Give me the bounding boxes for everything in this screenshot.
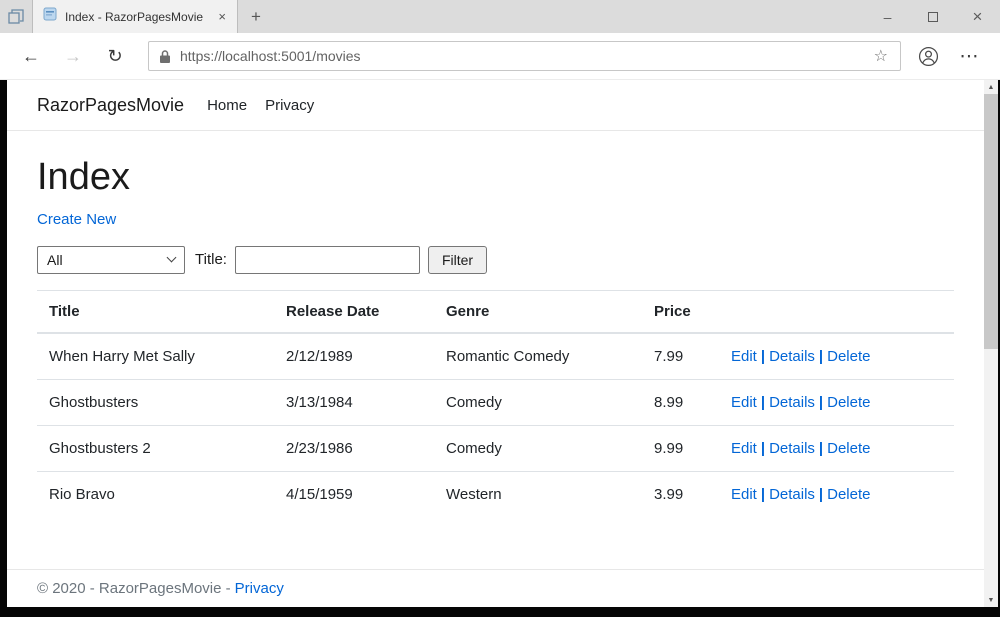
details-link[interactable]: Details — [769, 440, 815, 457]
new-tab-button[interactable]: + — [238, 0, 274, 33]
minimize-button[interactable]: – — [865, 0, 910, 33]
movie-genre-cell: Comedy — [434, 379, 642, 425]
table-row: Ghostbusters 3/13/1984 Comedy 8.99 Edit|… — [37, 379, 954, 425]
header-release-date: Release Date — [274, 290, 434, 333]
browser-tab[interactable]: Index - RazorPagesMovie × — [32, 0, 238, 33]
browser-viewport: RazorPagesMovie Home Privacy Index Creat… — [0, 80, 1000, 607]
edit-link[interactable]: Edit — [731, 486, 757, 503]
header-title: Title — [37, 290, 274, 333]
delete-link[interactable]: Delete — [827, 348, 870, 365]
movie-price-cell: 8.99 — [642, 379, 719, 425]
details-link[interactable]: Details — [769, 394, 815, 411]
vertical-scrollbar[interactable]: ▲ ▼ — [984, 80, 998, 607]
title-filter-label: Title: — [195, 251, 227, 268]
tab-title: Index - RazorPagesMovie — [65, 10, 205, 24]
site-navbar: RazorPagesMovie Home Privacy — [7, 80, 984, 131]
title-filter-input[interactable] — [235, 246, 420, 274]
movies-table: Title Release Date Genre Price When Harr… — [37, 290, 954, 517]
refresh-icon[interactable]: ↻ — [100, 46, 130, 67]
nav-link-home[interactable]: Home — [198, 97, 256, 114]
filter-row: All Title: Filter — [37, 246, 954, 274]
action-separator: | — [761, 486, 765, 503]
back-icon[interactable]: ← — [16, 46, 46, 67]
movie-title-cell: When Harry Met Sally — [37, 333, 274, 380]
set-aside-tabs-icon[interactable] — [0, 0, 32, 33]
table-header-row: Title Release Date Genre Price — [37, 290, 954, 333]
filter-button[interactable]: Filter — [428, 246, 487, 274]
browser-window: Index - RazorPagesMovie × + – × ← → ↻ ht… — [0, 0, 1000, 617]
tab-favicon-icon — [43, 7, 57, 26]
scrollbar-thumb[interactable] — [984, 94, 998, 349]
scroll-up-icon[interactable]: ▲ — [984, 80, 998, 94]
header-actions — [719, 290, 954, 333]
tabbar-spacer — [274, 0, 865, 33]
delete-link[interactable]: Delete — [827, 486, 870, 503]
action-separator: | — [819, 394, 823, 411]
movie-title-cell: Ghostbusters 2 — [37, 425, 274, 471]
maximize-button[interactable] — [910, 0, 955, 33]
brand-link[interactable]: RazorPagesMovie — [37, 95, 184, 116]
action-separator: | — [819, 486, 823, 503]
movie-genre-cell: Romantic Comedy — [434, 333, 642, 380]
chevron-down-icon — [167, 253, 177, 263]
more-menu-icon[interactable]: ⋯ — [956, 45, 984, 68]
edit-link[interactable]: Edit — [731, 440, 757, 457]
delete-link[interactable]: Delete — [827, 440, 870, 457]
url-text[interactable]: https://localhost:5001/movies — [180, 48, 872, 64]
lock-icon — [159, 49, 171, 64]
favorite-star-icon[interactable]: ☆ — [872, 46, 890, 66]
scroll-down-icon[interactable]: ▼ — [984, 593, 998, 607]
action-separator: | — [761, 440, 765, 457]
movie-date-cell: 4/15/1959 — [274, 471, 434, 517]
nav-link-privacy[interactable]: Privacy — [256, 97, 323, 114]
movie-title-cell: Rio Bravo — [37, 471, 274, 517]
header-genre: Genre — [434, 290, 642, 333]
maximize-icon — [928, 12, 938, 22]
edit-link[interactable]: Edit — [731, 348, 757, 365]
window-edge-bottom — [0, 607, 1000, 617]
action-separator: | — [761, 348, 765, 365]
delete-link[interactable]: Delete — [827, 394, 870, 411]
main-content: Index Create New All Title: Filter Title — [7, 131, 984, 569]
tab-close-icon[interactable]: × — [213, 8, 231, 25]
movie-genre-cell: Western — [434, 471, 642, 517]
genre-selected-value: All — [47, 252, 63, 268]
movie-genre-cell: Comedy — [434, 425, 642, 471]
movie-price-cell: 3.99 — [642, 471, 719, 517]
movie-actions-cell: Edit|Details|Delete — [719, 425, 954, 471]
site-footer: © 2020 - RazorPagesMovie -Privacy — [7, 569, 984, 607]
forward-icon: → — [58, 46, 88, 67]
movie-price-cell: 7.99 — [642, 333, 719, 380]
page-title: Index — [37, 157, 954, 199]
movie-actions-cell: Edit|Details|Delete — [719, 379, 954, 425]
web-page: RazorPagesMovie Home Privacy Index Creat… — [7, 80, 984, 607]
action-separator: | — [819, 348, 823, 365]
details-link[interactable]: Details — [769, 348, 815, 365]
table-row: When Harry Met Sally 2/12/1989 Romantic … — [37, 333, 954, 380]
window-edge-left — [0, 80, 7, 607]
movie-actions-cell: Edit|Details|Delete — [719, 333, 954, 380]
browser-address-bar: ← → ↻ https://localhost:5001/movies ☆ ⋯ — [0, 33, 1000, 80]
copyright-text: © 2020 - RazorPagesMovie - — [37, 580, 231, 597]
movie-actions-cell: Edit|Details|Delete — [719, 471, 954, 517]
edit-link[interactable]: Edit — [731, 394, 757, 411]
movie-date-cell: 2/12/1989 — [274, 333, 434, 380]
genre-filter-select[interactable]: All — [37, 246, 185, 274]
action-separator: | — [761, 394, 765, 411]
url-bar[interactable]: https://localhost:5001/movies ☆ — [148, 41, 901, 71]
header-price: Price — [642, 290, 719, 333]
browser-tab-bar: Index - RazorPagesMovie × + – × — [0, 0, 1000, 33]
profile-icon[interactable] — [917, 45, 940, 68]
close-window-button[interactable]: × — [955, 0, 1000, 33]
movie-title-cell: Ghostbusters — [37, 379, 274, 425]
movie-price-cell: 9.99 — [642, 425, 719, 471]
action-separator: | — [819, 440, 823, 457]
table-row: Ghostbusters 2 2/23/1986 Comedy 9.99 Edi… — [37, 425, 954, 471]
create-new-link[interactable]: Create New — [37, 211, 116, 228]
footer-privacy-link[interactable]: Privacy — [235, 580, 284, 597]
details-link[interactable]: Details — [769, 486, 815, 503]
table-row: Rio Bravo 4/15/1959 Western 3.99 Edit|De… — [37, 471, 954, 517]
movie-date-cell: 3/13/1984 — [274, 379, 434, 425]
movie-date-cell: 2/23/1986 — [274, 425, 434, 471]
